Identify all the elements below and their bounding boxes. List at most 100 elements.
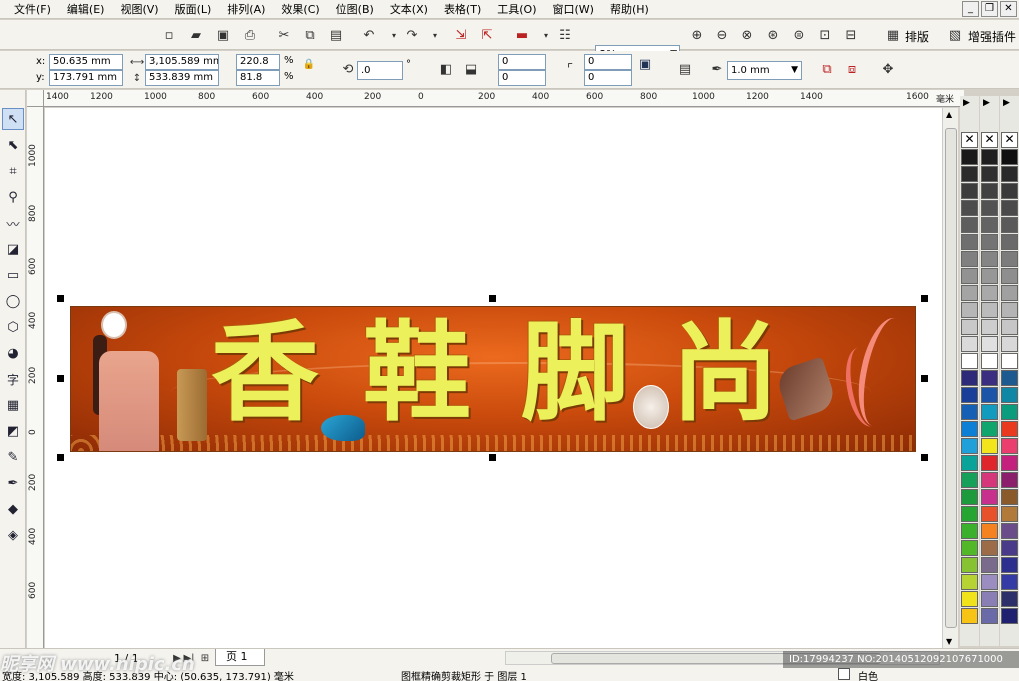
- scale-width-field[interactable]: 220.8: [236, 54, 280, 70]
- polygon-tool-icon[interactable]: ⬡: [2, 316, 24, 338]
- horizontal-ruler[interactable]: 1400 1200 1000 800 600 400 200 0 200 400…: [44, 90, 964, 107]
- color-swatch[interactable]: [961, 574, 978, 590]
- wrap-text-icon[interactable]: ▤: [676, 60, 694, 78]
- color-swatch[interactable]: [961, 285, 978, 301]
- color-swatch[interactable]: [1001, 404, 1018, 420]
- color-swatch[interactable]: [961, 404, 978, 420]
- menu-layout[interactable]: 版面(L): [167, 1, 220, 17]
- color-swatch[interactable]: [981, 336, 998, 352]
- application-launcher-icon[interactable]: ▬: [513, 26, 531, 44]
- save-icon[interactable]: ▣: [214, 26, 232, 44]
- menu-bitmaps[interactable]: 位图(B): [328, 1, 382, 17]
- fill-tool-icon[interactable]: ◆: [2, 498, 24, 520]
- color-swatch[interactable]: [1001, 591, 1018, 607]
- color-swatch[interactable]: [1001, 319, 1018, 335]
- crop-tool-icon[interactable]: ⌗: [2, 160, 24, 182]
- mirror-horizontal-icon[interactable]: ◧: [437, 60, 455, 78]
- corner-radius-field-3[interactable]: 0: [584, 54, 632, 70]
- palette-scroll-icon[interactable]: ▶: [983, 98, 990, 108]
- color-swatch[interactable]: [1001, 370, 1018, 386]
- ellipse-tool-icon[interactable]: ◯: [2, 290, 24, 312]
- color-swatch[interactable]: [981, 489, 998, 505]
- color-swatch[interactable]: [981, 234, 998, 250]
- menu-effects[interactable]: 效果(C): [273, 1, 327, 17]
- color-swatch[interactable]: [961, 319, 978, 335]
- x-position-field[interactable]: 50.635 mm: [49, 54, 123, 70]
- color-swatch[interactable]: [1001, 523, 1018, 539]
- menu-file[interactable]: 文件(F): [6, 1, 59, 17]
- copy-icon[interactable]: ⧉: [301, 26, 319, 44]
- color-swatch[interactable]: [1001, 234, 1018, 250]
- color-swatch[interactable]: [981, 217, 998, 233]
- basic-shapes-tool-icon[interactable]: ◕: [2, 342, 24, 364]
- undo-icon[interactable]: ↶: [360, 26, 378, 44]
- redo-dropdown-icon[interactable]: ▾: [426, 26, 444, 44]
- paste-icon[interactable]: ▤: [327, 26, 345, 44]
- color-swatch[interactable]: [961, 302, 978, 318]
- scale-height-field[interactable]: 81.8: [236, 70, 280, 86]
- zoom-all-objects-icon[interactable]: ⊛: [764, 26, 782, 44]
- color-swatch[interactable]: [981, 574, 998, 590]
- palette-scroll-icon[interactable]: ▶: [963, 98, 970, 108]
- color-swatch[interactable]: [1001, 302, 1018, 318]
- color-swatch[interactable]: [1001, 557, 1018, 573]
- close-button[interactable]: ✕: [1000, 1, 1017, 17]
- color-swatch[interactable]: [1001, 506, 1018, 522]
- menu-arrange[interactable]: 排列(A): [219, 1, 273, 17]
- color-swatch[interactable]: [1001, 438, 1018, 454]
- color-swatch[interactable]: [1001, 217, 1018, 233]
- zoom-in-icon[interactable]: ⊕: [688, 26, 706, 44]
- selection-handle[interactable]: [921, 454, 928, 461]
- page-tab[interactable]: 页 1: [215, 649, 265, 666]
- color-swatch[interactable]: [961, 149, 978, 165]
- color-swatch[interactable]: [1001, 268, 1018, 284]
- ruler-origin-corner[interactable]: [27, 90, 44, 107]
- plugin-button[interactable]: 增强插件: [968, 28, 1016, 45]
- rectangle-tool-icon[interactable]: ▭: [2, 264, 24, 286]
- selection-handle[interactable]: [921, 295, 928, 302]
- no-color-swatch[interactable]: ✕: [981, 132, 998, 148]
- color-swatch[interactable]: [961, 183, 978, 199]
- welcome-screen-icon[interactable]: ☷: [556, 26, 574, 44]
- color-swatch[interactable]: [981, 591, 998, 607]
- color-swatch[interactable]: [961, 370, 978, 386]
- eyedropper-tool-icon[interactable]: ✎: [2, 446, 24, 468]
- color-swatch[interactable]: [981, 455, 998, 471]
- selection-handle[interactable]: [57, 295, 64, 302]
- color-swatch[interactable]: [981, 421, 998, 437]
- color-swatch[interactable]: [1001, 421, 1018, 437]
- layout-button[interactable]: 排版: [905, 28, 929, 45]
- zoom-selected-icon[interactable]: ⊗: [738, 26, 756, 44]
- corner-shape-icon[interactable]: ⌜: [561, 60, 579, 78]
- color-swatch[interactable]: [961, 455, 978, 471]
- color-swatch[interactable]: [981, 183, 998, 199]
- new-document-icon[interactable]: ▫: [160, 26, 178, 44]
- launcher-dropdown-icon[interactable]: ▾: [537, 26, 555, 44]
- corner-radius-field-2[interactable]: 0: [498, 70, 546, 86]
- color-swatch[interactable]: [981, 608, 998, 624]
- color-swatch[interactable]: [961, 438, 978, 454]
- color-swatch[interactable]: [1001, 166, 1018, 182]
- color-swatch[interactable]: [981, 557, 998, 573]
- corner-lock-icon[interactable]: ▣: [636, 55, 654, 73]
- color-swatch[interactable]: [961, 200, 978, 216]
- undo-dropdown-icon[interactable]: ▾: [385, 26, 403, 44]
- selection-handle[interactable]: [57, 454, 64, 461]
- menu-table[interactable]: 表格(T): [436, 1, 489, 17]
- color-swatch[interactable]: [1001, 387, 1018, 403]
- no-color-swatch[interactable]: ✕: [961, 132, 978, 148]
- table-tool-icon[interactable]: ▦: [2, 394, 24, 416]
- rotation-angle-field[interactable]: .0: [357, 61, 403, 80]
- color-swatch[interactable]: [961, 268, 978, 284]
- color-swatch[interactable]: [1001, 251, 1018, 267]
- color-swatch[interactable]: [961, 251, 978, 267]
- color-swatch[interactable]: [961, 523, 978, 539]
- zoom-out-icon[interactable]: ⊖: [713, 26, 731, 44]
- zoom-tool-icon[interactable]: ⚲: [2, 186, 24, 208]
- freehand-tool-icon[interactable]: 〰: [2, 212, 24, 234]
- color-swatch[interactable]: [981, 268, 998, 284]
- color-swatch[interactable]: [981, 302, 998, 318]
- color-swatch[interactable]: [981, 540, 998, 556]
- selection-handle[interactable]: [57, 375, 64, 382]
- minimize-button[interactable]: _: [962, 1, 979, 17]
